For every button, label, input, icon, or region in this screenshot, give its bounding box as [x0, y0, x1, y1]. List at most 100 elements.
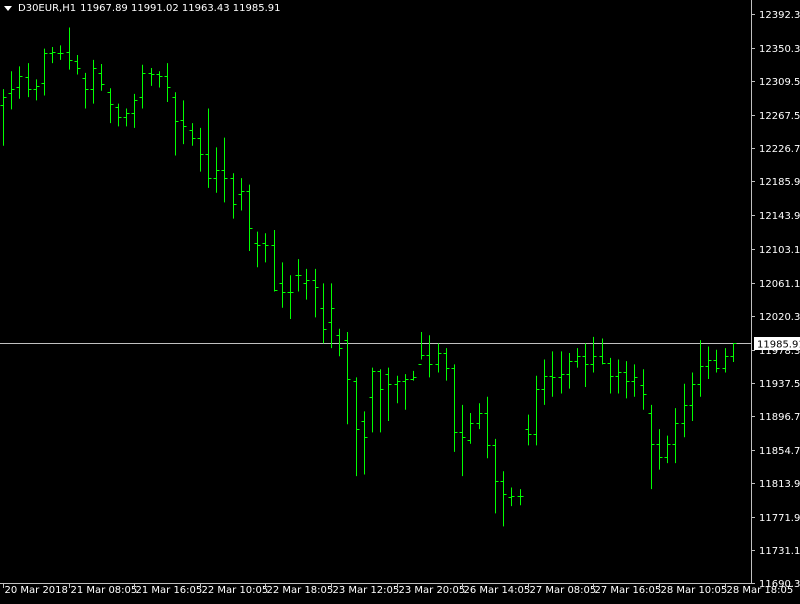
y-tick-label: 11813.90 [759, 479, 800, 490]
ohlc-bar [287, 275, 294, 320]
y-tick-label: 11937.50 [759, 379, 800, 390]
ohlc-bar [697, 340, 704, 397]
y-tick-label: 11896.70 [759, 412, 800, 423]
ohlc-bar [648, 404, 655, 490]
x-tick-label: 21 Mar 08:05 [71, 585, 138, 596]
ohlc-bar [459, 404, 466, 477]
ohlc-bar [590, 336, 597, 373]
x-tick-label: 22 Mar 18:05 [267, 585, 334, 596]
x-tick-label: 27 Mar 16:05 [595, 585, 662, 596]
ohlc-bar [189, 123, 196, 146]
ohlc-bar [722, 348, 729, 373]
ohlc-bar [508, 487, 515, 507]
ohlc-bar [640, 369, 647, 410]
ohlc-bar [230, 173, 237, 219]
ohlc-bar [492, 438, 499, 514]
y-tick-label: 11854.70 [759, 446, 800, 457]
ohlc-bar [115, 103, 122, 127]
ohlc-bar [549, 351, 556, 397]
ohlc-bar [238, 178, 245, 211]
ohlc-bar [271, 229, 278, 292]
ohlc-bar [574, 348, 581, 368]
ohlc-bar [689, 372, 696, 422]
ohlc-bar [705, 346, 712, 379]
x-tick-label: 26 Mar 14:05 [464, 585, 531, 596]
ohlc-bar [443, 348, 450, 381]
ohlc-bar [361, 411, 368, 475]
x-tick-label: 28 Mar 18:05 [727, 585, 794, 596]
ohlc-bar [197, 127, 204, 172]
ohlc-bar [156, 71, 163, 88]
ohlc-bar [139, 64, 146, 109]
ohlc-bar [57, 45, 64, 60]
ohlc-bar [451, 364, 458, 452]
x-tick-label: 22 Mar 10:05 [202, 585, 269, 596]
current-price-label: 11985.91 [757, 340, 800, 351]
ohlc-bar [426, 335, 433, 378]
chart-frame: 12392.30 12350.30 12309.50 12267.50 12226.70… [0, 0, 800, 600]
ohlc-bar [221, 137, 228, 203]
y-tick-label: 12392.30 [759, 10, 800, 21]
ohlc-bar [566, 353, 573, 389]
ohlc-bar [74, 55, 81, 75]
ohlc-bar [607, 357, 614, 394]
x-tick-label: 23 Mar 20:05 [399, 585, 466, 596]
ohlc-bar [33, 79, 40, 101]
ohlc-bar [418, 331, 425, 365]
ohlc-bar [623, 361, 630, 399]
ohlc-bar [484, 396, 491, 459]
ohlc-bar [262, 233, 269, 263]
y-tick-label: 11771.90 [759, 513, 800, 524]
ohlc-bar [123, 108, 130, 127]
ohlc-bar [344, 331, 351, 425]
x-tick-label: 23 Mar 12:05 [333, 585, 400, 596]
ohlc-bar [467, 412, 474, 444]
ohlc-bar [172, 92, 179, 156]
ohlc-bar [16, 66, 23, 99]
y-tick-label: 12020.30 [759, 312, 800, 323]
ohlc-bar [90, 59, 97, 104]
x-tick-label: 28 Mar 10:05 [661, 585, 728, 596]
ohlc-bar [672, 408, 679, 464]
symbol-label: D30EUR,H1 [18, 3, 77, 14]
x-tick-label: 20 Mar 2018 [5, 585, 68, 596]
ohlc-bar [180, 100, 187, 145]
y-tick-label: 12185.90 [759, 177, 800, 188]
ohlc-bar [410, 370, 417, 381]
ohlc-bar [254, 231, 261, 268]
ohlc-bar [98, 63, 105, 91]
ohlc-bar [0, 89, 7, 146]
y-tick-label: 12226.70 [759, 144, 800, 155]
ohlc-bar [394, 375, 401, 404]
ohlc-bar [656, 429, 663, 470]
dropdown-triangle-icon[interactable] [4, 6, 12, 11]
ohlc-bar [41, 48, 48, 96]
ohlc-bar [82, 72, 89, 109]
ohlc-bar [49, 46, 56, 64]
y-tick-label: 12143.90 [759, 211, 800, 222]
y-tick-label: 12350.30 [759, 44, 800, 55]
ohlc-bar [385, 367, 392, 422]
ohlc-bar [525, 414, 532, 446]
ohlc-bar [131, 93, 138, 128]
ohlc-bar [369, 367, 376, 433]
ohlc-bar [631, 364, 638, 397]
ohlc-bar [328, 283, 335, 349]
ohlc-bar [681, 383, 688, 438]
ohlc-chart[interactable]: 12392.30 12350.30 12309.50 12267.50 12226.70… [0, 0, 800, 600]
ohlc-bar [476, 403, 483, 430]
x-tick-label: 21 Mar 16:05 [136, 585, 203, 596]
ohlc-bar [312, 268, 319, 318]
ohlc-bar [336, 328, 343, 357]
ohlc-bar [599, 338, 606, 365]
ohlc-bar [8, 71, 15, 110]
ohlc-bar [435, 343, 442, 373]
x-tick-label: 27 Mar 08:05 [530, 585, 597, 596]
ohlc-bar [303, 268, 310, 300]
ohlc-bar [25, 63, 32, 98]
ohlc-bar [402, 374, 409, 410]
ohlc-bar [66, 27, 73, 70]
ohlc-bar [279, 262, 286, 308]
ohlc-bar [107, 88, 114, 124]
ohlc-bar [615, 359, 622, 394]
